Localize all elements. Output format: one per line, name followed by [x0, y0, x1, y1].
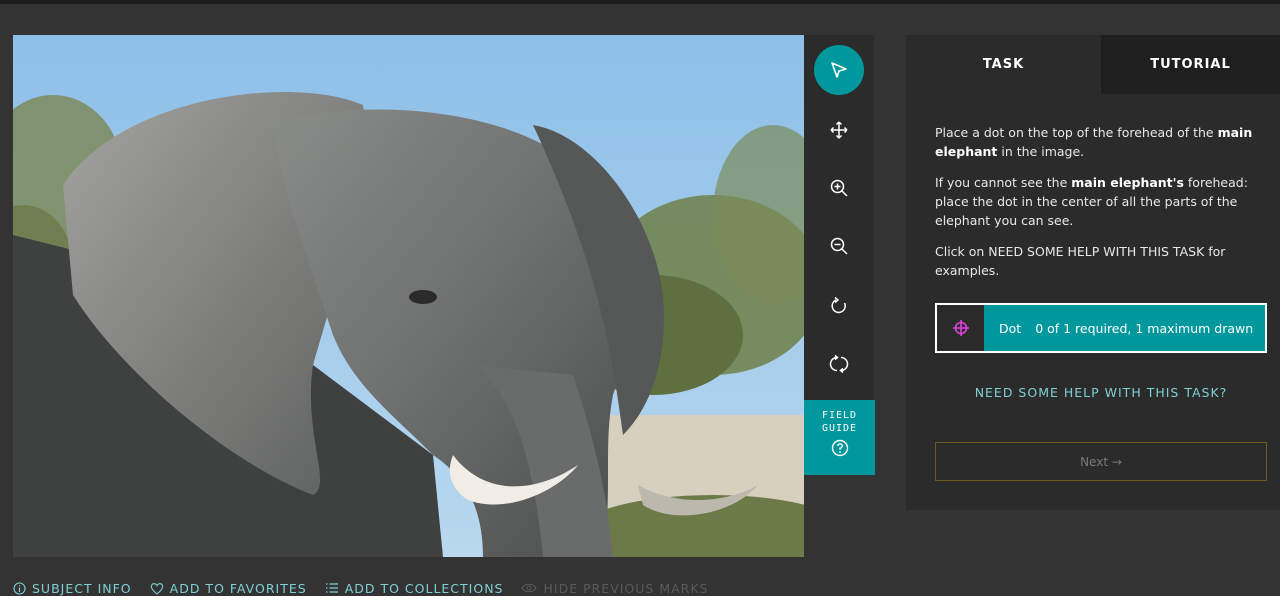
tab-task[interactable]: TASK [906, 35, 1101, 94]
subject-image[interactable] [13, 35, 804, 557]
subject-info-label: SUBJECT INFO [32, 580, 132, 596]
dot-tool-swatch [937, 305, 984, 351]
field-guide-label-2: GUIDE [821, 423, 858, 434]
rotate-icon [831, 296, 846, 314]
subject-info-button[interactable]: SUBJECT INFO [13, 580, 132, 596]
add-to-favorites-button[interactable]: ADD TO FAVORITES [150, 580, 307, 596]
instruction-bold: main elephant's [1071, 175, 1184, 190]
subject-actions-bar: SUBJECT INFO ADD TO FAVORITES ADD TO COL… [13, 580, 708, 596]
move-tool-button[interactable] [814, 105, 864, 155]
hide-previous-marks-button[interactable]: HIDE PREVIOUS MARKS [521, 580, 708, 596]
elephant-photo [13, 35, 804, 557]
reset-button[interactable] [814, 339, 864, 389]
dot-tool-count: 0 of 1 required, 1 maximum drawn [1035, 320, 1254, 336]
instruction-paragraph-1: Place a dot on the top of the forehead o… [935, 123, 1260, 161]
top-bar [0, 0, 1280, 4]
eye-icon [521, 583, 538, 593]
zoom-in-icon [830, 179, 848, 197]
dot-tool-label: Dot [999, 320, 1022, 336]
move-arrows-icon [830, 121, 848, 139]
info-icon [13, 581, 26, 595]
zoom-out-icon [830, 237, 848, 255]
need-help-link[interactable]: NEED SOME HELP WITH THIS TASK? [935, 385, 1267, 400]
annotate-tool-button[interactable] [814, 45, 864, 95]
add-to-collections-label: ADD TO COLLECTIONS [344, 580, 504, 596]
list-icon [325, 583, 338, 593]
instruction-paragraph-2: If you cannot see the main elephant's fo… [935, 173, 1260, 230]
question-circle-icon [831, 439, 848, 457]
rotate-button[interactable] [814, 281, 864, 331]
instruction-text: in the image. [997, 144, 1085, 159]
instruction-text: If you cannot see the [935, 175, 1072, 190]
dot-tool-option[interactable]: Dot 0 of 1 required, 1 maximum drawn [935, 303, 1267, 353]
next-button[interactable]: Next → [935, 442, 1267, 481]
hide-previous-marks-label: HIDE PREVIOUS MARKS [543, 580, 709, 596]
pointer-arrow-icon [831, 62, 847, 78]
instruction-paragraph-3: Click on NEED SOME HELP WITH THIS TASK f… [935, 244, 1226, 278]
reset-icon [829, 354, 849, 374]
add-to-favorites-label: ADD TO FAVORITES [169, 580, 307, 596]
crosshair-icon [952, 320, 969, 336]
add-to-collections-button[interactable]: ADD TO COLLECTIONS [325, 580, 504, 596]
task-panel: TASK TUTORIAL Place a dot on the top of … [906, 35, 1280, 510]
heart-icon [150, 582, 163, 595]
zoom-out-button[interactable] [814, 221, 864, 271]
field-guide-button[interactable]: FIELD GUIDE [804, 400, 875, 475]
zoom-in-button[interactable] [814, 163, 864, 213]
instruction-text: Place a dot on the top of the forehead o… [935, 125, 1218, 140]
task-instructions: Place a dot on the top of the forehead o… [935, 123, 1260, 292]
viewer-toolbar [804, 35, 874, 400]
field-guide-label-1: FIELD [821, 410, 858, 421]
tab-tutorial[interactable]: TUTORIAL [1101, 35, 1280, 94]
